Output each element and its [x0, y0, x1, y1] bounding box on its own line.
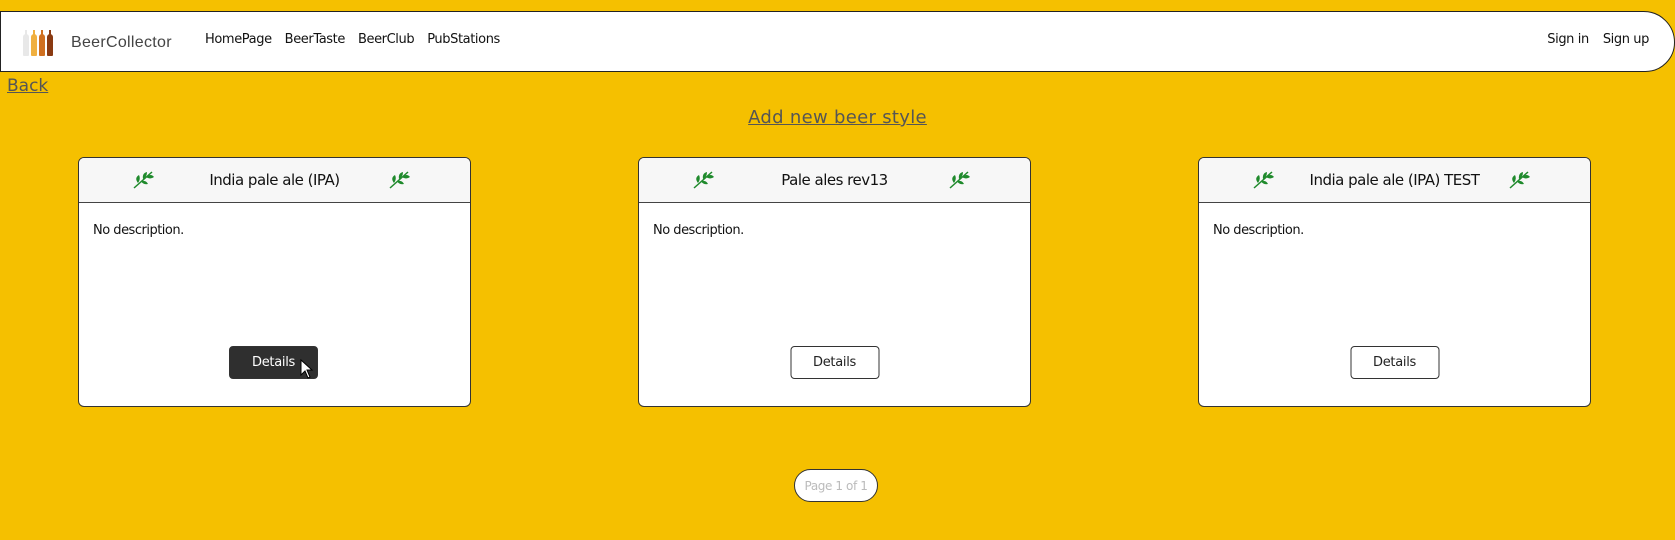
hop-leaf-icon [1253, 171, 1274, 189]
add-beer-style-link[interactable]: Add new beer style [748, 107, 927, 128]
bottle-icon [39, 30, 45, 56]
hop-leaf-icon [693, 171, 714, 189]
details-button[interactable]: Details [790, 346, 879, 379]
sign-in-link[interactable]: Sign in [1547, 32, 1589, 47]
brand-name[interactable]: BeerCollector [71, 34, 172, 52]
beer-style-card: Pale ales rev13 No description. Details [638, 157, 1031, 407]
nav-link-beerclub[interactable]: BeerClub [358, 32, 415, 47]
hop-leaf-icon [1509, 171, 1530, 189]
bottle-icon [23, 30, 29, 56]
card-description: No description. [93, 223, 184, 238]
brand[interactable]: BeerCollector [23, 30, 172, 56]
details-button[interactable]: Details [1350, 346, 1439, 379]
add-beer-style-row: Add new beer style [0, 107, 1675, 128]
nav-link-beertaste[interactable]: BeerTaste [285, 32, 346, 47]
beer-bottles-logo-icon [23, 30, 53, 56]
top-navbar: BeerCollector HomePage BeerTaste BeerClu… [0, 11, 1675, 72]
card-title: India pale ale (IPA) TEST [1309, 171, 1480, 189]
back-link[interactable]: Back [7, 76, 48, 96]
pagination-indicator: Page 1 of 1 [794, 469, 878, 502]
nav-link-pubstations[interactable]: PubStations [427, 32, 500, 47]
beer-style-card: India pale ale (IPA) No description. Det… [78, 157, 471, 407]
sign-up-link[interactable]: Sign up [1603, 32, 1650, 47]
hop-leaf-icon [949, 171, 970, 189]
hop-leaf-icon [389, 171, 410, 189]
card-header: Pale ales rev13 [639, 158, 1030, 203]
beer-style-card: India pale ale (IPA) TEST No description… [1198, 157, 1591, 407]
nav-link-homepage[interactable]: HomePage [205, 32, 272, 47]
hop-leaf-icon [133, 171, 154, 189]
card-header: India pale ale (IPA) TEST [1199, 158, 1590, 203]
auth-links: Sign in Sign up [1547, 32, 1649, 47]
mouse-cursor-icon [300, 359, 314, 379]
card-title: India pale ale (IPA) [209, 171, 340, 189]
card-header: India pale ale (IPA) [79, 158, 470, 203]
bottle-icon [47, 30, 53, 56]
bottle-icon [31, 30, 37, 56]
card-title: Pale ales rev13 [781, 171, 888, 189]
card-description: No description. [653, 223, 744, 238]
card-description: No description. [1213, 223, 1304, 238]
main-nav: HomePage BeerTaste BeerClub PubStations [205, 32, 500, 47]
